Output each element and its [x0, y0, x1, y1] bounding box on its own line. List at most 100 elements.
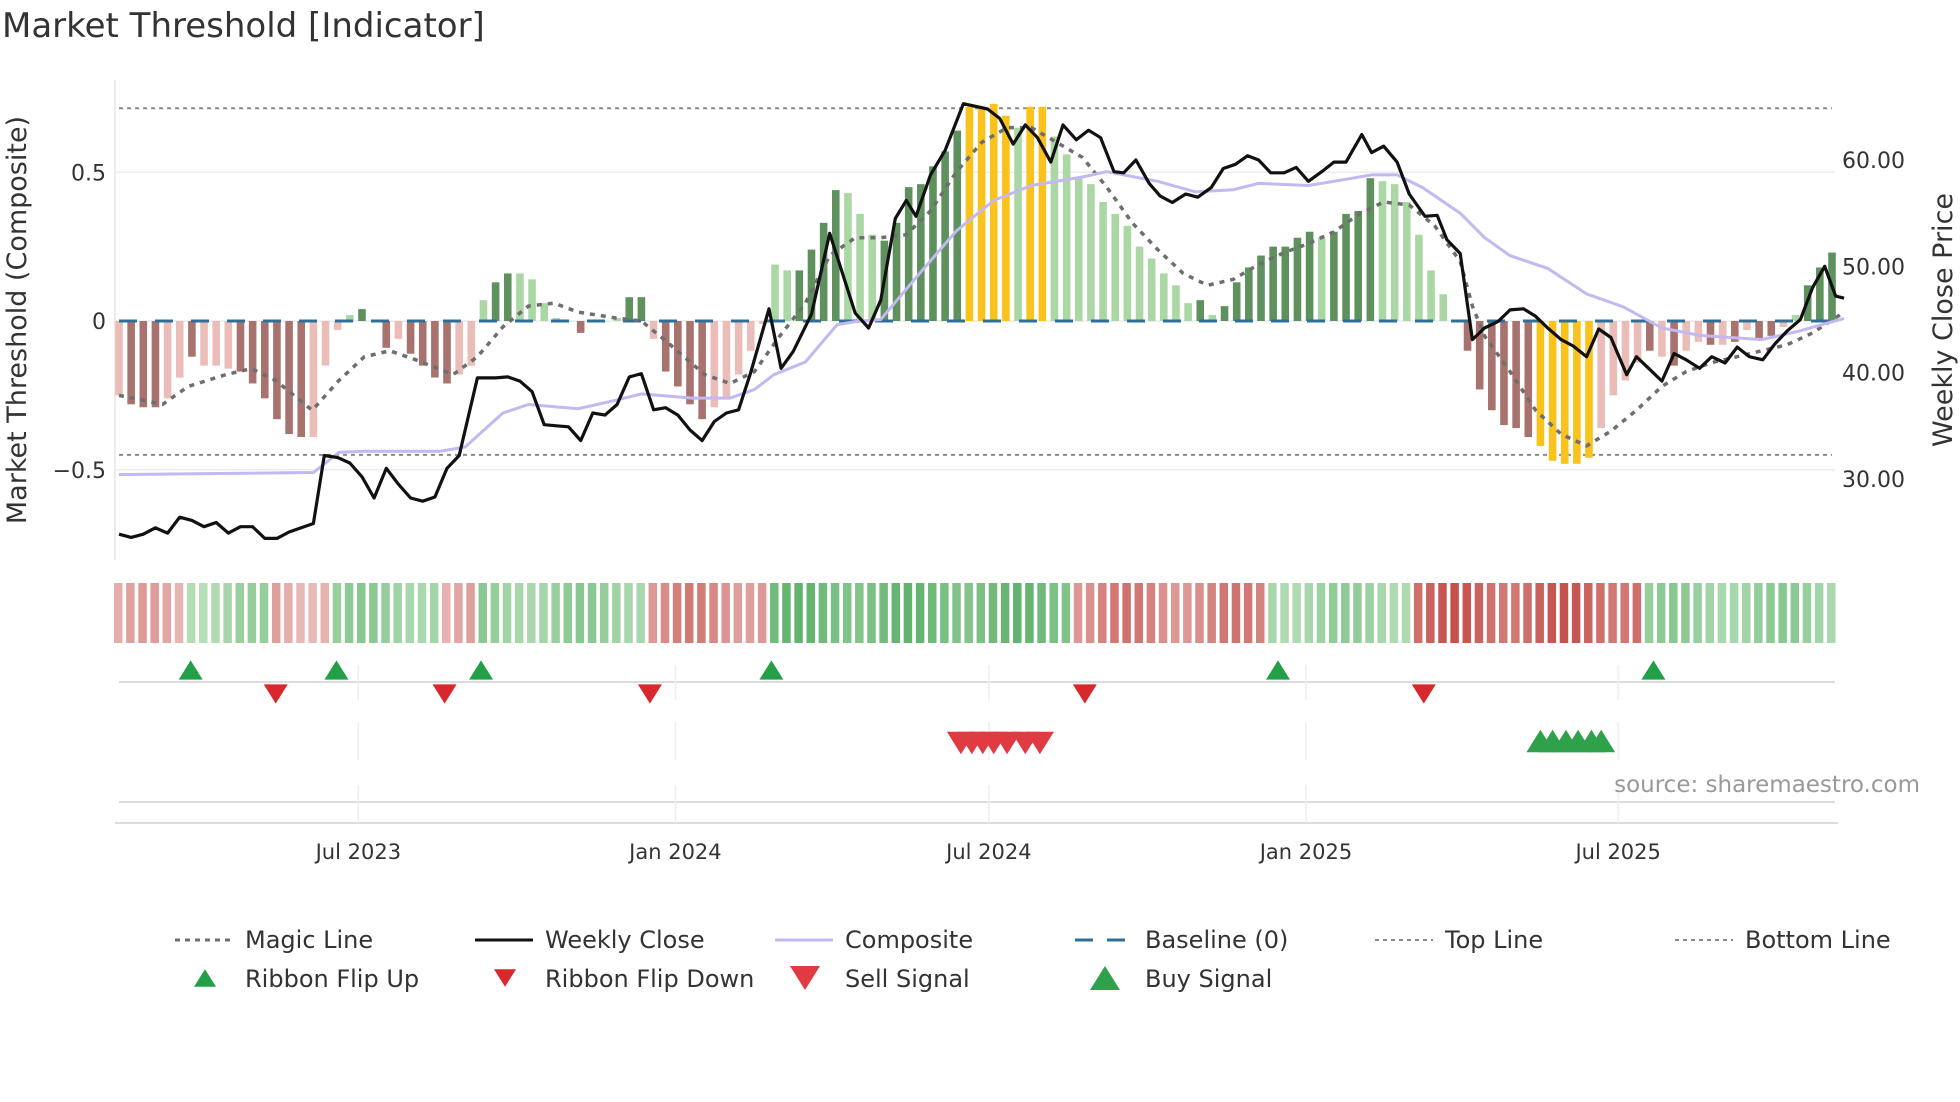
ribbon-cell [721, 583, 730, 643]
composite-bar [1706, 321, 1715, 345]
composite-bar [1135, 246, 1144, 321]
ribbon-cell [927, 583, 937, 643]
ribbon-cell [1814, 583, 1824, 643]
x-tick-label: Jul 2023 [314, 840, 401, 864]
ribbon-cell [1802, 583, 1812, 643]
composite-bar [1718, 321, 1727, 345]
ribbon-cell [1231, 583, 1241, 643]
ribbon-cell [1037, 583, 1046, 643]
ribbon-cell [1304, 583, 1314, 643]
legend-ribbon-flip-up-label: Ribbon Flip Up [245, 965, 419, 993]
ribbon-cell [1474, 583, 1484, 643]
ribbon-cell [344, 583, 354, 643]
composite-bar [382, 321, 391, 348]
legend-bottom-line-label: Bottom Line [1745, 926, 1891, 954]
x-tick-label: Jan 2025 [1258, 840, 1353, 864]
legend-ribbon-flip-down-label: Ribbon Flip Down [545, 965, 754, 993]
ribbon-cell [1766, 583, 1775, 643]
composite-bar [1232, 282, 1241, 321]
composite-bar [260, 321, 269, 399]
ribbon-cell [903, 583, 913, 643]
ribbon-cell [757, 583, 767, 643]
ribbon-cell [296, 583, 305, 643]
ribbon-cell [879, 583, 888, 643]
composite-bar [1767, 321, 1776, 336]
composite-bar [1087, 184, 1095, 321]
composite-bar [1597, 321, 1605, 429]
composite-bar [734, 321, 743, 375]
composite-bar [576, 321, 585, 333]
composite-bar [1050, 136, 1059, 321]
ribbon-cell [612, 583, 621, 643]
composite-bar [1366, 178, 1375, 321]
ribbon-cell [1790, 583, 1800, 643]
ribbon-cell [1000, 583, 1010, 643]
composite-bar [1524, 321, 1533, 438]
legend-ribbon-flip-up-swatch [194, 969, 216, 987]
y-tick-label: 0.5 [71, 161, 106, 186]
composite-bar [1293, 237, 1302, 321]
ribbon-cell [1620, 583, 1629, 643]
composite-bar [1548, 321, 1557, 461]
composite-bar [746, 321, 755, 351]
y2-axis-label: Weekly Close Price [1928, 193, 1959, 447]
ribbon-cell [539, 583, 548, 643]
composite-bar [953, 130, 962, 321]
ribbon-cell [842, 583, 852, 643]
ribbon-cell [672, 583, 682, 643]
ribbon-cell [442, 583, 451, 643]
composite-bar [929, 166, 937, 321]
ribbon-cell [478, 583, 487, 643]
legend-weekly-close-label: Weekly Close [545, 926, 705, 954]
composite-bar [127, 321, 135, 405]
composite-bar [686, 321, 694, 405]
ribbon-cell [1328, 583, 1338, 643]
ribbon-cell [308, 583, 317, 643]
composite-bar [1305, 231, 1314, 321]
legend-buy-signal-swatch [1090, 966, 1120, 990]
ribbon-cell [806, 583, 815, 643]
x-tick-label: Jul 2024 [944, 840, 1031, 864]
ribbon-flip-up-marker [469, 660, 494, 680]
composite-bar [309, 321, 318, 438]
composite-bar [1220, 306, 1229, 321]
ribbon-cell [587, 583, 597, 643]
ribbon-cell [211, 583, 220, 643]
market-threshold-chart: 0.5 0 −0.5 60.00 50.00 40.00 30.00 Market Thres… [2, 80, 1959, 993]
ribbon-cell [636, 583, 645, 643]
ribbon-cell [271, 583, 281, 643]
ribbon-flip-down-marker [1411, 684, 1436, 704]
composite-bar [868, 234, 877, 321]
ribbon-cell [1693, 583, 1702, 643]
ribbon-cell [369, 583, 378, 643]
ribbon-cell [514, 583, 524, 643]
ribbon-cell [150, 583, 159, 643]
ribbon-cell [1438, 583, 1447, 643]
ribbon-cell [1110, 583, 1119, 643]
ribbon-cell [1498, 583, 1508, 643]
ribbon-cell [1535, 583, 1544, 643]
ribbon-cell [1571, 583, 1581, 643]
ribbon-cell [685, 583, 694, 643]
composite-bar [710, 321, 719, 408]
ribbon-cell [1365, 583, 1374, 643]
ribbon-cell [1158, 583, 1168, 643]
composite-bar [637, 297, 646, 321]
ribbon-cell [502, 583, 512, 643]
composite-bar [1354, 210, 1362, 321]
ribbon-cell [1025, 583, 1034, 643]
ribbon-cell [1341, 583, 1350, 643]
ribbon-cell [138, 583, 147, 643]
ribbon-cell [745, 583, 755, 643]
legend-sell-signal-label: Sell Signal [845, 965, 970, 993]
ribbon-cell [332, 583, 342, 643]
ribbon-cell [782, 583, 791, 643]
composite-bar [321, 321, 330, 366]
composite-bar [1330, 231, 1338, 321]
legend-buy-signal-label: Buy Signal [1145, 965, 1272, 993]
composite-bar [1488, 321, 1496, 411]
ribbon-cell [794, 583, 803, 643]
ribbon-cell [1741, 583, 1751, 643]
composite-bar [528, 279, 536, 321]
ribbon-cell [1632, 583, 1642, 643]
